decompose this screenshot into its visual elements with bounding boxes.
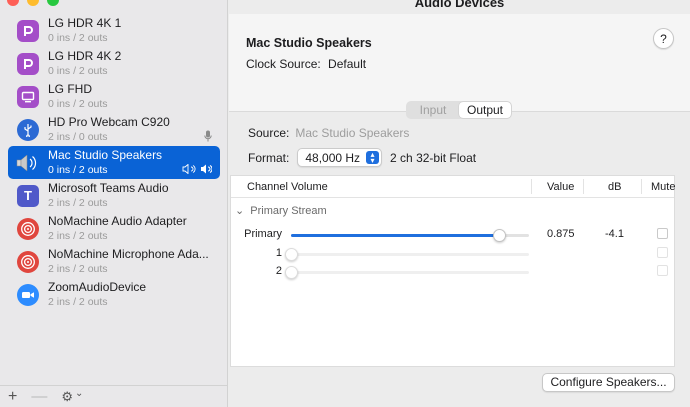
device-io: 0 ins / 2 outs: [48, 97, 108, 110]
usb-icon: [16, 118, 40, 142]
tab-input[interactable]: Input: [407, 102, 459, 118]
output-speaker-icon: [200, 163, 213, 177]
device-item-lg-hdr-4k-2[interactable]: LG HDR 4K 2 0 ins / 2 outs: [8, 47, 220, 80]
device-name: Microsoft Teams Audio: [48, 180, 169, 195]
device-item-nomachine-microphone[interactable]: NoMachine Microphone Ada... 2 ins / 2 ou…: [8, 245, 220, 278]
device-item-zoom-audio[interactable]: ZoomAudioDevice 2 ins / 2 outs: [8, 278, 220, 311]
device-name: Mac Studio Speakers: [48, 147, 163, 162]
device-item-hd-pro-webcam[interactable]: HD Pro Webcam C920 2 ins / 0 outs: [8, 113, 220, 146]
column-db: dB: [608, 181, 622, 193]
device-detail-panel: Audio Devices Mac Studio Speakers Clock …: [229, 0, 690, 407]
column-mute: Mute: [651, 181, 676, 193]
volume-slider-knob: [285, 266, 298, 279]
configure-speakers-button[interactable]: Configure Speakers...: [542, 373, 675, 392]
source-row: Source: Mac Studio Speakers: [248, 126, 409, 140]
chevron-down-icon: ⌄: [75, 388, 84, 399]
device-io: 0 ins / 2 outs: [48, 31, 108, 44]
device-item-nomachine-audio-adapter[interactable]: NoMachine Audio Adapter 2 ins / 2 outs: [8, 212, 220, 245]
close-window-button[interactable]: [7, 0, 19, 6]
device-name: LG HDR 4K 2: [48, 48, 122, 63]
channel-label: Primary: [244, 228, 282, 240]
device-name: LG FHD: [48, 81, 93, 96]
channel-db: -4.1: [605, 228, 624, 240]
volume-slider-knob[interactable]: [493, 229, 507, 242]
display-icon: [16, 85, 40, 109]
source-label: Source:: [248, 126, 290, 140]
channel-row-primary: Primary 0.875 -4.1: [231, 226, 674, 244]
speaker-icon: [16, 151, 40, 175]
displayport-icon: [16, 52, 40, 76]
clock-source-value[interactable]: Default: [328, 57, 366, 71]
microphone-icon: [204, 130, 212, 145]
device-name: LG HDR 4K 1: [48, 15, 122, 30]
help-button[interactable]: ?: [653, 28, 674, 49]
gear-menu-button[interactable]: ⚙ ⌄: [61, 388, 84, 405]
device-io: 0 ins / 2 outs: [48, 64, 108, 77]
column-channel-volume: Channel Volume: [247, 181, 328, 193]
zoom-icon: [16, 283, 40, 307]
device-io: 2 ins / 0 outs: [48, 130, 108, 143]
device-name: NoMachine Microphone Ada...: [48, 246, 209, 261]
device-item-microsoft-teams[interactable]: T Microsoft Teams Audio 2 ins / 2 outs: [8, 179, 220, 212]
channel-value: 0.875: [547, 228, 575, 240]
minimize-window-button[interactable]: [27, 0, 39, 6]
zoom-window-button[interactable]: [47, 0, 59, 6]
device-io: 2 ins / 2 outs: [48, 229, 108, 242]
popup-arrows-icon: ▴ ▾: [366, 150, 380, 164]
gear-icon: ⚙: [61, 388, 73, 404]
format-row: Format: 48,000 Hz ▴ ▾ 2 ch 32-bit Float: [248, 148, 476, 167]
clock-source: Clock Source: Default: [246, 57, 366, 71]
device-item-lg-hdr-4k-1[interactable]: LG HDR 4K 1 0 ins / 2 outs: [8, 14, 220, 47]
device-item-lg-fhd[interactable]: LG FHD 0 ins / 2 outs: [8, 80, 220, 113]
displayport-icon: [16, 19, 40, 43]
clock-source-label: Clock Source:: [246, 57, 321, 71]
sample-rate-popup[interactable]: 48,000 Hz ▴ ▾: [297, 148, 383, 167]
disclosure-chevron-icon: ⌄: [235, 205, 245, 217]
mute-checkbox: [657, 247, 668, 258]
window-controls: [7, 0, 59, 6]
add-device-button[interactable]: +: [8, 388, 17, 406]
channel-volume-table: Channel Volume Value dB Mute ⌄ Primary S…: [230, 175, 675, 367]
volume-slider: [285, 248, 529, 261]
table-header: Channel Volume Value dB Mute: [231, 176, 676, 198]
channel-row-1: 1: [231, 245, 674, 263]
mute-checkbox[interactable]: [657, 228, 668, 239]
mute-checkbox: [657, 265, 668, 276]
format-label: Format:: [248, 150, 290, 165]
volume-slider-fill: [291, 234, 500, 237]
device-io: 0 ins / 2 outs: [48, 163, 108, 176]
device-io: 2 ins / 2 outs: [48, 196, 108, 209]
nomachine-icon: [16, 250, 40, 274]
channel-row-2: 2: [231, 263, 674, 281]
input-output-segmented-control: Input Output: [406, 101, 512, 119]
channel-label: 1: [275, 247, 282, 259]
volume-slider[interactable]: [291, 229, 529, 242]
stream-label: Primary Stream: [250, 205, 327, 217]
channel-label: 2: [275, 265, 282, 277]
nomachine-icon: [16, 217, 40, 241]
teams-icon: T: [16, 184, 40, 208]
sample-rate-value: 48,000 Hz: [305, 150, 361, 165]
device-name: ZoomAudioDevice: [48, 279, 147, 294]
remove-device-button[interactable]: —: [31, 388, 47, 406]
volume-slider-knob: [285, 248, 298, 261]
device-io: 2 ins / 2 outs: [48, 262, 108, 275]
device-header: Mac Studio Speakers Clock Source: Defaul…: [229, 14, 690, 112]
device-list: LG HDR 4K 1 0 ins / 2 outs LG HDR 4K 2 0…: [8, 14, 220, 311]
device-title: Mac Studio Speakers: [246, 36, 372, 50]
format-description: 2 ch 32-bit Float: [390, 150, 477, 165]
device-item-mac-studio-speakers[interactable]: Mac Studio Speakers 0 ins / 2 outs: [8, 146, 220, 179]
primary-stream-group[interactable]: ⌄ Primary Stream: [235, 204, 327, 217]
column-value: Value: [547, 181, 575, 193]
device-sidebar: LG HDR 4K 1 0 ins / 2 outs LG HDR 4K 2 0…: [0, 0, 228, 407]
device-name: HD Pro Webcam C920: [48, 114, 170, 129]
volume-slider: [285, 266, 529, 279]
sidebar-toolbar: + — ⚙ ⌄: [0, 385, 228, 407]
alert-sound-icon: [182, 163, 196, 177]
device-name: NoMachine Audio Adapter: [48, 213, 187, 228]
tab-output[interactable]: Output: [459, 102, 511, 118]
device-io: 2 ins / 2 outs: [48, 295, 108, 308]
window-title: Audio Devices: [414, 0, 505, 10]
source-value: Mac Studio Speakers: [295, 126, 410, 140]
